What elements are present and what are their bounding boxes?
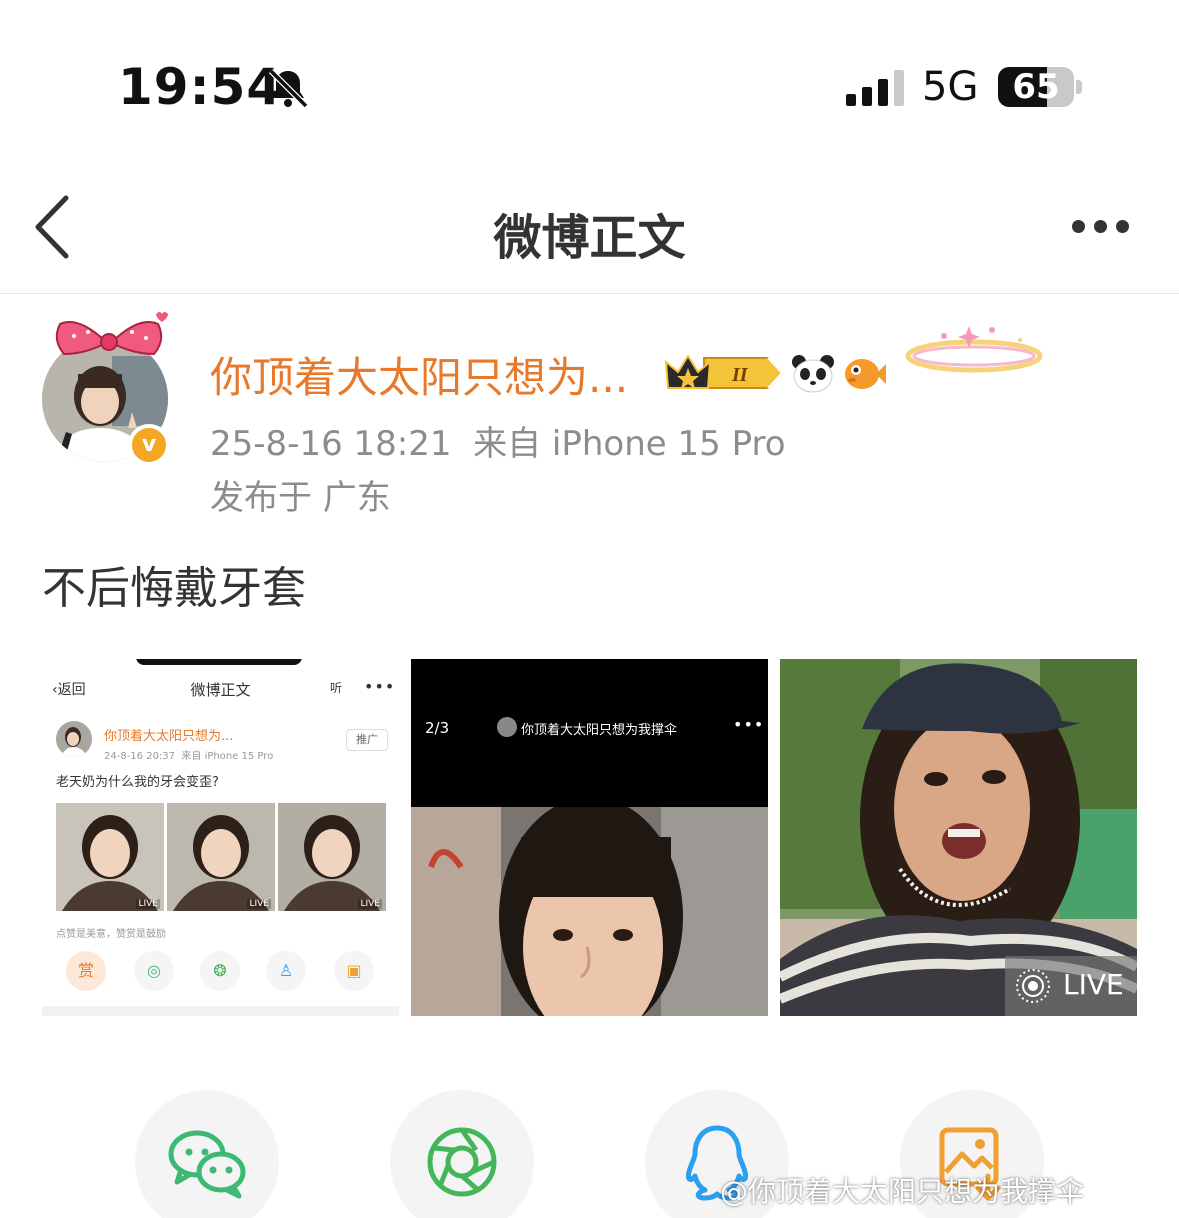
mini-timestamp: 24-8-16 20:37 xyxy=(104,751,176,762)
bow-frame-icon xyxy=(55,312,168,356)
battery-level: 65 xyxy=(1012,67,1060,107)
mini-thumb-1: LIVE xyxy=(56,803,164,911)
mini-more-icon: ••• xyxy=(364,677,396,696)
more-button[interactable] xyxy=(1064,216,1144,236)
mini-meta: 24-8-16 20:37 来自 iPhone 15 Pro xyxy=(104,747,273,762)
panda-icon xyxy=(792,355,834,393)
mini-title: 微博正文 xyxy=(190,681,251,699)
dark-title: 你顶着大太阳只想为我撑伞 xyxy=(521,723,678,738)
more-icon-dot xyxy=(1094,220,1107,233)
mini-reward-line: 点赞是美意，赞赏是鼓励 xyxy=(56,929,166,940)
battery-cap xyxy=(1076,80,1082,94)
fish-icon xyxy=(845,359,886,389)
nav-bar: 微博正文 xyxy=(0,170,1179,294)
mini-avatar xyxy=(56,721,92,757)
sparkle-ring-icon xyxy=(905,326,1043,373)
share-wechat-button[interactable] xyxy=(135,1090,279,1218)
mini-reward-icon: 赏 xyxy=(66,951,106,991)
page-title: 微博正文 xyxy=(493,210,686,266)
post-image-1[interactable]: ‹返回 微博正文 听 ••• 你顶着大太阳只想为... 24-8-16 20:3… xyxy=(42,659,399,1016)
watermark: @你顶着大太阳只想为我撑伞 xyxy=(720,1175,1085,1208)
dark-image-counter: 2/3 xyxy=(425,719,450,737)
dark-avatar xyxy=(497,717,517,737)
dark-photo xyxy=(411,807,768,1016)
post-image-2[interactable]: 2/3 你顶着大太阳只想为我撑伞 ••• xyxy=(411,659,768,1016)
mini-wechat-icon: ◎ xyxy=(134,951,174,991)
mini-thumb-2: LIVE xyxy=(167,803,275,911)
mini-promo-button: 推广 xyxy=(346,729,388,751)
live-photo-icon xyxy=(1016,969,1050,1003)
moments-icon xyxy=(427,1127,497,1197)
mini-thumb-3: LIVE xyxy=(278,803,386,911)
mini-headphones-icon: 听 xyxy=(330,681,343,695)
mini-moments-icon: ❂ xyxy=(200,951,240,991)
post-meta: 25-8-16 18:21 来自 iPhone 15 Pro xyxy=(210,416,786,465)
live-label: LIVE xyxy=(1063,968,1124,1001)
mini-qq-icon: ♙ xyxy=(266,951,306,991)
mini-author-name: 你顶着大太阳只想为... xyxy=(104,729,234,744)
share-moments-button[interactable] xyxy=(390,1090,534,1218)
more-icon-dot xyxy=(1072,220,1085,233)
mini-post-text: 老天奶为什么我的牙会变歪? xyxy=(56,775,219,790)
live-badge[interactable]: LIVE xyxy=(1005,956,1137,1016)
mini-divider xyxy=(42,1006,399,1016)
level-badge-text: II xyxy=(731,364,749,386)
verified-badge: v xyxy=(128,424,170,466)
post-timestamp: 25-8-16 18:21 xyxy=(210,424,452,464)
status-bar: 19:54 5G 65 xyxy=(0,0,1179,170)
battery-icon: 65 xyxy=(998,67,1074,107)
wechat-icon xyxy=(168,1130,246,1199)
author-name[interactable]: 你顶着大太阳只想为... xyxy=(210,344,628,405)
notch xyxy=(136,659,302,665)
network-type: 5G xyxy=(922,64,979,110)
post-text: 不后悔戴牙套 xyxy=(42,563,306,614)
mini-live-label: LIVE xyxy=(247,899,271,909)
mini-live-label: LIVE xyxy=(136,899,160,909)
mini-save-icon: ▣ xyxy=(334,951,374,991)
dark-more-icon: ••• xyxy=(733,715,765,734)
more-icon-dot xyxy=(1116,220,1129,233)
signal-icon xyxy=(846,70,904,106)
post-location: 发布于 广东 xyxy=(210,478,391,518)
post-image-3[interactable]: LIVE xyxy=(780,659,1137,1016)
bell-slash-icon xyxy=(268,68,309,109)
mini-source: 来自 iPhone 15 Pro xyxy=(181,751,274,762)
crown-level-badge-icon[interactable]: II xyxy=(664,352,784,394)
post-source: 来自 iPhone 15 Pro xyxy=(473,424,786,464)
status-time: 19:54 xyxy=(118,58,283,116)
mini-live-label: LIVE xyxy=(358,899,382,909)
